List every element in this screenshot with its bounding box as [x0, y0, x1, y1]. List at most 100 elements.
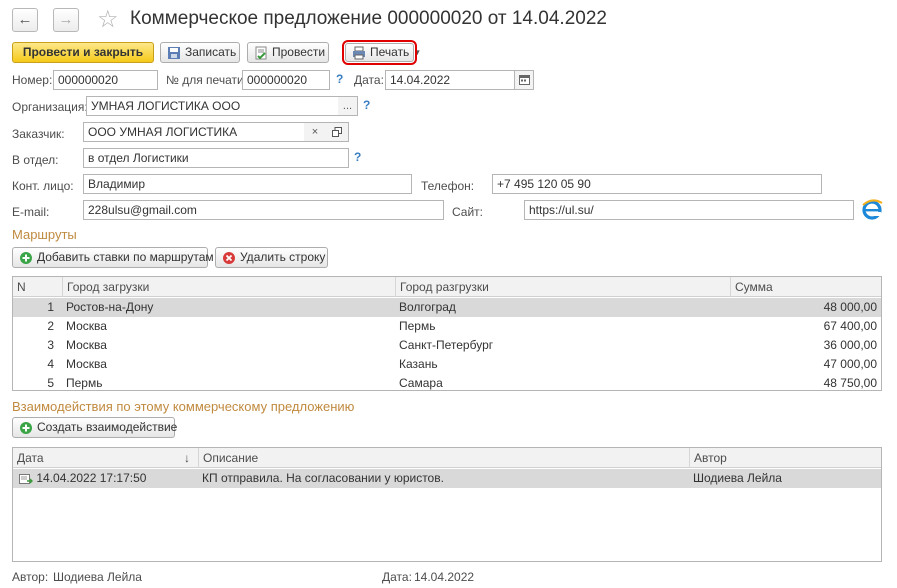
calendar-icon — [518, 75, 530, 88]
footer-date-value: 14.04.2022 — [414, 570, 475, 584]
date-column-label: Дата — [17, 451, 44, 465]
browser-icon[interactable] — [861, 199, 883, 221]
add-icon — [19, 251, 33, 265]
table-row[interactable]: 14.04.2022 17:17:50 КП отправила. На сог… — [13, 469, 881, 488]
customer-label: Заказчик: — [12, 127, 65, 141]
create-interaction-button[interactable]: Создать взаимодействие — [12, 417, 178, 438]
route-sum: 47 000,00 — [823, 357, 877, 371]
save-label: Записать — [185, 45, 237, 59]
unload-city: Волгоград — [399, 300, 456, 314]
floppy-disk-icon — [167, 46, 181, 60]
post-and-close-button[interactable]: Провести и закрыть — [12, 42, 154, 63]
print-number-field[interactable]: 000000020 — [242, 70, 330, 90]
forward-button[interactable]: → — [53, 8, 79, 32]
column-header-from[interactable]: Город загрузки — [62, 277, 395, 297]
route-sum: 36 000,00 — [823, 338, 877, 352]
interactions-section-title: Взаимодействия по этому коммерческому пр… — [12, 399, 355, 414]
arrow-right-icon: → — [58, 11, 74, 28]
site-field[interactable]: https://ul.su/ — [524, 200, 854, 220]
help-icon[interactable]: ? — [336, 72, 343, 86]
organization-select-button[interactable]: ... — [338, 96, 358, 116]
load-city: Москва — [66, 319, 107, 333]
email-label: E-mail: — [12, 205, 50, 219]
route-sum: 48 000,00 — [823, 300, 877, 314]
route-sum: 48 750,00 — [823, 376, 877, 390]
footer-date-label: Дата: — [382, 570, 412, 584]
delete-row-label: Удалить строку — [240, 250, 326, 264]
interaction-date-cell: 14.04.2022 17:17:50 — [13, 469, 198, 488]
calendar-button[interactable] — [514, 70, 534, 90]
column-header-to[interactable]: Город разгрузки — [395, 277, 730, 297]
save-button[interactable]: Записать — [160, 42, 240, 63]
create-interaction-label: Создать взаимодействие — [37, 420, 178, 434]
sort-descending-icon: ↓ — [184, 451, 190, 465]
column-header-author[interactable]: Автор — [689, 448, 881, 468]
routes-table[interactable]: N Город загрузки Город разгрузки Сумма 1… — [12, 276, 882, 391]
open-window-icon — [332, 127, 342, 140]
column-header-date[interactable]: Дата ↓ — [13, 448, 198, 468]
table-row[interactable]: 2 Москва Пермь 67 400,00 — [13, 317, 881, 336]
post-label: Провести — [272, 45, 326, 59]
customer-open-button[interactable] — [326, 122, 349, 142]
row-number: 2 — [47, 319, 54, 333]
add-rates-button[interactable]: Добавить ставки по маршрутам — [12, 247, 214, 268]
route-sum: 67 400,00 — [823, 319, 877, 333]
number-field[interactable]: 000000020 — [53, 70, 158, 90]
help-icon[interactable]: ? — [354, 150, 361, 164]
delete-row-button[interactable]: Удалить строку — [215, 247, 328, 268]
row-number: 5 — [47, 376, 54, 390]
table-row[interactable]: 1 Ростов-на-Дону Волгоград 48 000,00 — [13, 298, 881, 317]
arrow-left-icon: ← — [17, 11, 33, 28]
load-city: Пермь — [66, 376, 103, 390]
email-field[interactable]: 228ulsu@gmail.com — [83, 200, 444, 220]
post-button[interactable]: Провести — [247, 42, 329, 63]
contact-field[interactable]: Владимир — [83, 174, 412, 194]
favorite-star-icon[interactable]: ☆ — [97, 6, 119, 34]
interactions-table[interactable]: Дата ↓ Описание Автор 14.04.2022 17:17:5… — [12, 447, 882, 562]
date-label: Дата: — [354, 73, 384, 87]
footer-author-value: Шодиева Лейла — [53, 570, 142, 584]
dropdown-arrow-icon: ▼ — [413, 48, 422, 57]
contact-label: Конт. лицо: — [12, 179, 74, 193]
row-number: 1 — [47, 300, 54, 314]
unload-city: Санкт-Петербург — [399, 338, 494, 352]
printer-icon — [352, 46, 366, 60]
interaction-date: 14.04.2022 17:17:50 — [36, 471, 147, 485]
phone-label: Телефон: — [421, 179, 475, 193]
customer-field[interactable]: ООО УМНАЯ ЛОГИСТИКА — [83, 122, 305, 142]
column-header-description[interactable]: Описание — [198, 448, 689, 468]
interaction-description: КП отправила. На согласовании у юристов. — [202, 471, 444, 485]
organization-field[interactable]: УМНАЯ ЛОГИСТИКА ООО — [86, 96, 339, 116]
page-title: Коммерческое предложение 000000020 от 14… — [130, 8, 607, 29]
print-number-label: № для печати: — [166, 73, 248, 87]
help-icon[interactable]: ? — [363, 98, 370, 112]
department-field[interactable]: в отдел Логистики — [83, 148, 349, 168]
table-row[interactable]: 5 Пермь Самара 48 750,00 — [13, 374, 881, 390]
customer-clear-button[interactable]: × — [304, 122, 327, 142]
organization-label: Организация: — [12, 100, 88, 114]
table-header: Дата ↓ Описание Автор — [13, 448, 881, 468]
site-label: Сайт: — [452, 205, 484, 219]
date-field[interactable]: 14.04.2022 — [385, 70, 515, 90]
number-label: Номер: — [12, 73, 53, 87]
table-row[interactable]: 4 Москва Казань 47 000,00 — [13, 355, 881, 374]
unload-city: Казань — [399, 357, 438, 371]
department-label: В отдел: — [12, 153, 59, 167]
column-header-sum[interactable]: Сумма — [730, 277, 881, 297]
add-rates-label: Добавить ставки по маршрутам — [37, 250, 214, 264]
print-button[interactable]: Печать ▼ — [342, 40, 421, 65]
document-arrow-icon — [19, 472, 33, 486]
phone-field[interactable]: +7 495 120 05 90 — [492, 174, 822, 194]
post-document-icon — [254, 46, 268, 60]
back-button[interactable]: ← — [12, 8, 38, 32]
add-icon — [19, 421, 33, 435]
routes-section-title: Маршруты — [12, 227, 77, 242]
load-city: Москва — [66, 338, 107, 352]
table-row[interactable]: 3 Москва Санкт-Петербург 36 000,00 — [13, 336, 881, 355]
interaction-author: Шодиева Лейла — [693, 471, 782, 485]
print-label: Печать — [370, 45, 410, 59]
clear-icon: × — [311, 126, 319, 138]
column-header-n[interactable]: N — [13, 277, 62, 297]
row-number: 3 — [47, 338, 54, 352]
table-header: N Город загрузки Город разгрузки Сумма — [13, 277, 881, 297]
